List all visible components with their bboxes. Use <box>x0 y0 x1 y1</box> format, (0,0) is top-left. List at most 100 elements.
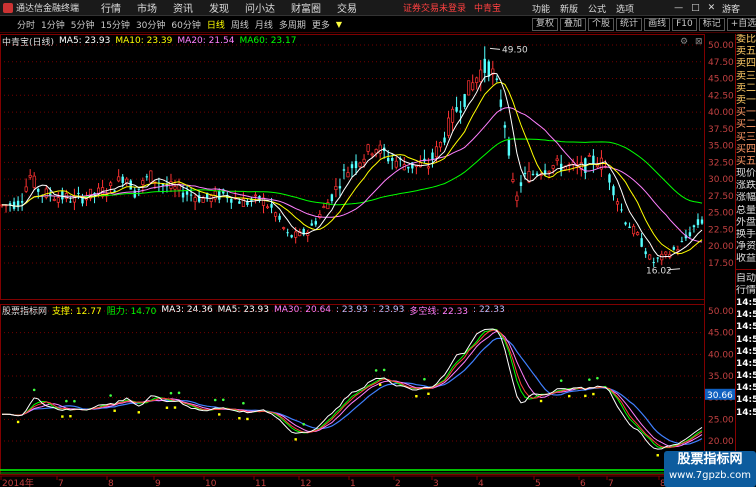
candle-body-down <box>161 184 165 186</box>
candle-body-up <box>451 108 455 123</box>
candle-body-up <box>511 179 515 182</box>
maximize-icon[interactable]: □ <box>687 3 704 13</box>
period-5min[interactable]: 5分钟 <box>68 18 98 31</box>
candle-body-up <box>358 162 362 167</box>
quote-field-label: 买五 <box>736 155 756 167</box>
candle-body-down <box>612 186 615 196</box>
tick-time: 14:56 <box>736 346 756 357</box>
overlay-button[interactable]: 叠加 <box>560 18 587 31</box>
candle-body-down <box>286 232 289 234</box>
candle-body-up <box>117 176 121 182</box>
main-price-panel[interactable]: 49.50 16.02 <box>0 45 704 277</box>
candle-body-down <box>181 192 185 198</box>
candle-body-down <box>535 173 539 176</box>
candle-body-down <box>189 194 193 196</box>
support-dot <box>415 395 418 398</box>
period-daily[interactable]: 日线 <box>204 18 228 31</box>
date-tick-label: 2014年 <box>2 477 34 487</box>
tick-time: 14:56 <box>736 310 756 321</box>
main-price-tick-label: 50.00 <box>708 41 734 51</box>
quote-field-label: 卖四 <box>736 58 756 70</box>
axis-labels: 50.00 47.50 45.00 42.50 40.00 37.50 35.00 32.50… <box>2 41 735 487</box>
candle-body-down <box>391 157 394 161</box>
app-logo-icon <box>3 2 13 13</box>
candle-body-up <box>587 155 591 157</box>
period-1min[interactable]: 1分钟 <box>38 18 68 31</box>
low-annotation-label: 16.02 <box>646 267 672 277</box>
quote-field-label: 买一 <box>736 107 756 119</box>
menu-item-news[interactable]: 资讯 <box>165 0 201 15</box>
menu-new-version[interactable]: 新版 <box>560 2 578 15</box>
main-price-tick-label: 40.00 <box>708 108 734 118</box>
period-monthly[interactable]: 月线 <box>252 18 276 31</box>
period-30min[interactable]: 30分钟 <box>133 18 168 31</box>
candle-body-up <box>475 77 479 83</box>
candle-body-up <box>648 254 652 260</box>
support-dot <box>539 399 543 403</box>
quote-field-label: 卖一 <box>736 94 756 106</box>
candle-body-up <box>52 198 56 201</box>
candle-body-down <box>270 204 273 208</box>
stats-button[interactable]: 统计 <box>616 18 643 31</box>
draw-line-button[interactable]: 画线 <box>644 18 671 31</box>
period-15min[interactable]: 15分钟 <box>97 18 132 31</box>
menu-formula[interactable]: 公式 <box>588 2 606 15</box>
candle-body-up <box>346 172 350 178</box>
close-icon[interactable]: ✕ <box>704 3 720 13</box>
period-more[interactable]: 更多 <box>309 18 333 31</box>
candle-body-up <box>109 182 113 187</box>
period-60min[interactable]: 60分钟 <box>168 18 203 31</box>
sub-price-tick-label: 50.00 <box>708 307 734 317</box>
menu-item-ask[interactable]: 问小达 <box>237 0 283 15</box>
mark-button[interactable]: 标记 <box>698 18 725 31</box>
sub-price-tick-label: 25.00 <box>708 415 734 425</box>
candle-body-down <box>688 232 692 237</box>
watermark-title: 股票指标网 <box>677 452 743 467</box>
menu-item-trade[interactable]: 交易 <box>329 0 365 15</box>
candle-body-up <box>636 232 640 236</box>
candle-body-up <box>362 158 366 163</box>
candle-body-up <box>446 117 451 136</box>
candle-body-up <box>173 186 177 190</box>
menu-function[interactable]: 功能 <box>532 2 550 15</box>
date-tick-label: 8 <box>108 479 114 487</box>
candle-body-down <box>246 201 249 205</box>
login-alert[interactable]: 证券交易未登录 <box>403 1 466 14</box>
menu-item-wealth[interactable]: 财富圈 <box>283 0 329 15</box>
candle-body-down <box>592 155 595 164</box>
stock-button[interactable]: 个股 <box>588 18 615 31</box>
menu-item-quotes[interactable]: 行情 <box>93 0 129 15</box>
user-name[interactable]: 游客 <box>722 2 740 15</box>
candle-body-down <box>342 169 346 171</box>
main-price-tick-label: 25.00 <box>708 209 734 219</box>
candle-body-down <box>338 186 342 189</box>
candle-body-down <box>145 176 149 178</box>
menu-item-discover[interactable]: 发现 <box>201 0 237 15</box>
menu-options[interactable]: 选项 <box>616 2 634 15</box>
menu-item-market[interactable]: 市场 <box>129 0 165 15</box>
auto-quote-label[interactable]: 自动 <box>736 273 756 285</box>
support-dot <box>218 413 221 416</box>
candle-body-up <box>370 153 374 156</box>
candle-body-down <box>672 247 676 250</box>
auto-quote-label[interactable]: 行情 <box>736 285 756 297</box>
candle-body-down <box>407 166 410 169</box>
f10-button[interactable]: F10 <box>672 18 697 31</box>
period-tick[interactable]: 分时 <box>14 18 38 31</box>
sub-price-tick-label: 40.00 <box>708 350 734 360</box>
add-watchlist-button[interactable]: +自选 <box>726 18 756 31</box>
minimize-icon[interactable]: — <box>670 3 687 13</box>
candle-body-up <box>253 194 258 197</box>
resist-dot <box>221 398 225 402</box>
period-multi[interactable]: 多周期 <box>276 18 309 31</box>
support-dot <box>137 411 140 414</box>
main-price-tick-label: 20.00 <box>708 242 734 252</box>
adjust-button[interactable]: 复权 <box>532 18 559 31</box>
sub-indicator-panel[interactable] <box>0 328 704 474</box>
chevron-down-icon[interactable]: ▼ <box>333 20 345 29</box>
period-weekly[interactable]: 周线 <box>228 18 252 31</box>
candle-body-up <box>141 180 145 185</box>
resist-dot <box>213 398 217 402</box>
kline-chart[interactable]: 49.50 16.02 50.00 47.50 45.00 42.50 40.00 37.5… <box>0 34 735 487</box>
candle-body-down <box>387 157 390 162</box>
